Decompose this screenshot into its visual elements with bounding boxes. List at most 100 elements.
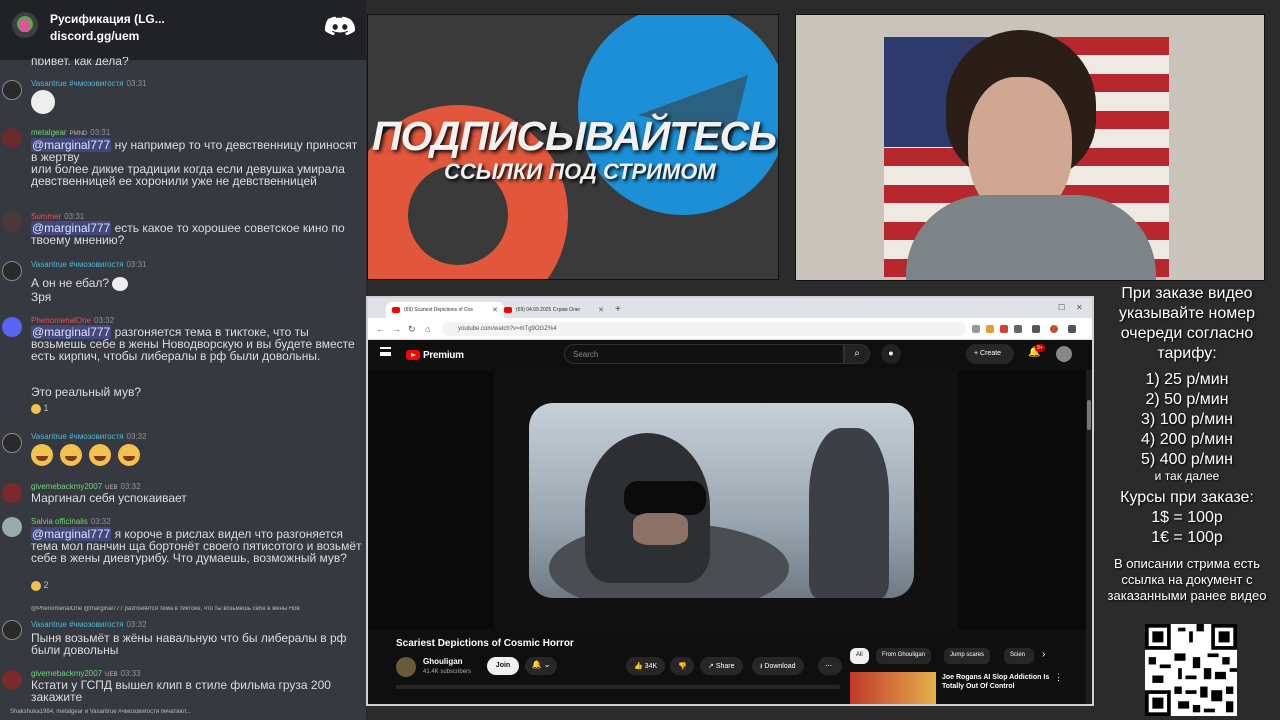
username[interactable]: metalgear PMND 03:31 — [31, 128, 110, 137]
extension-icon[interactable] — [972, 325, 980, 333]
timestamp: 03:31 — [126, 260, 147, 269]
message-text: Кстати у ГСПД вышел клип в стиле фильма … — [31, 678, 331, 704]
like-button[interactable]: 👍 34K — [626, 657, 666, 675]
home-icon[interactable]: ⌂ — [425, 324, 430, 334]
page-scrollbar[interactable] — [1086, 370, 1092, 704]
forward-icon[interactable]: → — [392, 324, 401, 334]
recommended-thumbnail[interactable] — [850, 672, 936, 704]
extension-icon[interactable] — [986, 325, 994, 333]
close-window-icon[interactable]: ✕ — [1076, 303, 1083, 312]
chip-from-channel[interactable]: From Ghouligan — [876, 648, 932, 664]
close-tab-icon[interactable]: ✕ — [598, 306, 604, 314]
subscribe-bell-button[interactable]: 🔔 ⌄ — [525, 657, 557, 675]
notification-count: 9+ — [1035, 344, 1045, 352]
back-icon[interactable]: ← — [376, 324, 385, 334]
description-box[interactable] — [396, 685, 840, 689]
extensions-menu-icon[interactable] — [1032, 325, 1040, 333]
username[interactable]: PhenomenalOne 03:32 — [31, 316, 114, 325]
youtube-favicon-icon — [392, 307, 400, 313]
reaction-chip[interactable]: 2 — [31, 580, 49, 591]
username[interactable]: Summer 03:31 — [31, 212, 84, 221]
user-avatar[interactable] — [2, 670, 22, 690]
timestamp: 03:33 — [120, 669, 141, 678]
join-button[interactable]: Join — [487, 657, 519, 675]
tariff-list: 1) 25 р/мин 2) 50 р/мин 3) 100 р/мин 4) … — [1098, 370, 1276, 470]
chip-science[interactable]: Scien — [1004, 648, 1034, 664]
user-avatar[interactable] — [2, 261, 22, 281]
download-label: Download — [764, 663, 796, 670]
extension-icon[interactable] — [1014, 325, 1022, 333]
tariff-item: 1) 25 р/мин — [1145, 371, 1229, 388]
create-button[interactable]: + Create — [966, 344, 1014, 364]
person-shirt — [906, 195, 1156, 280]
reaction-chip[interactable]: 1 — [31, 403, 49, 414]
search-icon[interactable]: ⌕ — [844, 344, 870, 364]
reaction-count: 2 — [43, 580, 49, 590]
account-avatar[interactable] — [1056, 346, 1072, 362]
maximize-icon[interactable]: ☐ — [1058, 303, 1065, 312]
video-player[interactable] — [368, 370, 1086, 630]
username-text: PhenomenalOne — [31, 316, 92, 325]
username[interactable]: Vasantrue #чмозовигостя 03:31 — [31, 260, 147, 269]
browser-menu-icon[interactable] — [1068, 325, 1076, 333]
scrollbar-thumb[interactable] — [1087, 400, 1091, 430]
share-button[interactable]: ↗ Share — [700, 657, 743, 675]
youtube-premium-label[interactable]: Premium — [423, 350, 464, 361]
youtube-logo-icon[interactable] — [406, 350, 420, 360]
channel-name[interactable]: Ghouligan — [423, 657, 463, 666]
user-avatar[interactable] — [2, 433, 22, 453]
username[interactable]: Vasantrue #чмозовигостя 03:31 — [31, 79, 147, 88]
address-bar-row: ← → ↻ ⌂ youtube.com/watch?v=mTg9OGZ%4 — [368, 318, 1092, 340]
user-avatar[interactable] — [2, 620, 22, 640]
username-text: givemebackmy2007 — [31, 669, 103, 678]
channel-avatar[interactable] — [396, 657, 416, 677]
new-tab-icon[interactable]: + — [615, 304, 621, 315]
youtube-favicon-icon — [504, 307, 512, 313]
username[interactable]: Vasantrue #чмозовигостя 03:32 — [31, 432, 147, 441]
username-text: metalgear — [31, 128, 67, 137]
user-avatar[interactable] — [2, 517, 22, 537]
search-input[interactable]: Search — [564, 344, 844, 364]
more-options-icon[interactable]: ⋮ — [1054, 672, 1063, 683]
subscribe-promo-panel: ПОДПИСЫВАЙТЕСЬ ССЫЛКИ ПОД СТРИМОМ — [367, 14, 779, 280]
profile-icon[interactable] — [1050, 325, 1058, 333]
dislike-icon[interactable]: 👎 — [670, 657, 694, 675]
message-text: @marginal777 есть какое то хорошее совет… — [31, 221, 366, 246]
tab-video[interactable]: (69) Scariest Depictions of Cos ✕ — [386, 302, 504, 318]
username[interactable]: Vasantrue #чмозовигостя 03:32 — [31, 620, 147, 629]
user-avatar[interactable] — [2, 317, 22, 337]
timestamp: 03:32 — [94, 316, 115, 325]
typing-indicator: Shakshuka1984, metalgear и Vasantrue #чм… — [10, 709, 191, 715]
timestamp: 03:31 — [90, 128, 111, 137]
like-count: 34K — [644, 663, 658, 670]
username-text: Vasantrue #чмозовигостя — [31, 79, 124, 88]
server-icon[interactable] — [12, 12, 38, 38]
webcam-feed — [795, 14, 1265, 281]
user-avatar[interactable] — [2, 80, 22, 100]
tariff-item: 5) 400 р/мин — [1141, 451, 1233, 468]
recommended-title[interactable]: Joe Rogans AI Slop Addiction Is Totally … — [942, 673, 1054, 691]
laughing-emoji-icon — [118, 444, 140, 466]
download-button[interactable]: ⭳ Download — [752, 657, 804, 675]
emoji-row — [31, 444, 147, 471]
tab-stream[interactable]: (69) 04.09.2025 Стрим Олег ✕ — [498, 302, 610, 318]
username[interactable]: Salvia officinalis 03:32 — [31, 517, 111, 526]
rate-eur: 1€ = 100р — [1151, 529, 1223, 546]
chip-all[interactable]: All — [850, 648, 869, 664]
more-actions-icon[interactable]: ⋯ — [818, 657, 842, 675]
username[interactable]: givemebackmy2007 UEB 03:33 — [31, 669, 141, 678]
user-avatar[interactable] — [2, 128, 22, 148]
chevron-right-icon[interactable]: › — [1042, 649, 1045, 660]
user-avatar[interactable] — [2, 483, 22, 503]
server-invite-link[interactable]: discord.gg/uem — [50, 29, 139, 43]
reply-preview[interactable]: @PhenomenalOne @marginal777 разгоняется … — [31, 606, 366, 612]
mic-icon[interactable]: ● — [881, 344, 901, 364]
menu-icon[interactable] — [380, 347, 391, 356]
reload-icon[interactable]: ↻ — [408, 324, 416, 335]
url-field[interactable]: youtube.com/watch?v=mTg9OGZ%4 — [442, 322, 966, 336]
tab-label: (69) Scariest Depictions of Cos — [404, 307, 473, 313]
chip-jump-scares[interactable]: Jump scares — [944, 648, 991, 664]
username[interactable]: givemebackmy2007 UEB 03:32 — [31, 482, 141, 491]
user-avatar[interactable] — [2, 212, 22, 232]
extension-icon[interactable] — [1000, 325, 1008, 333]
